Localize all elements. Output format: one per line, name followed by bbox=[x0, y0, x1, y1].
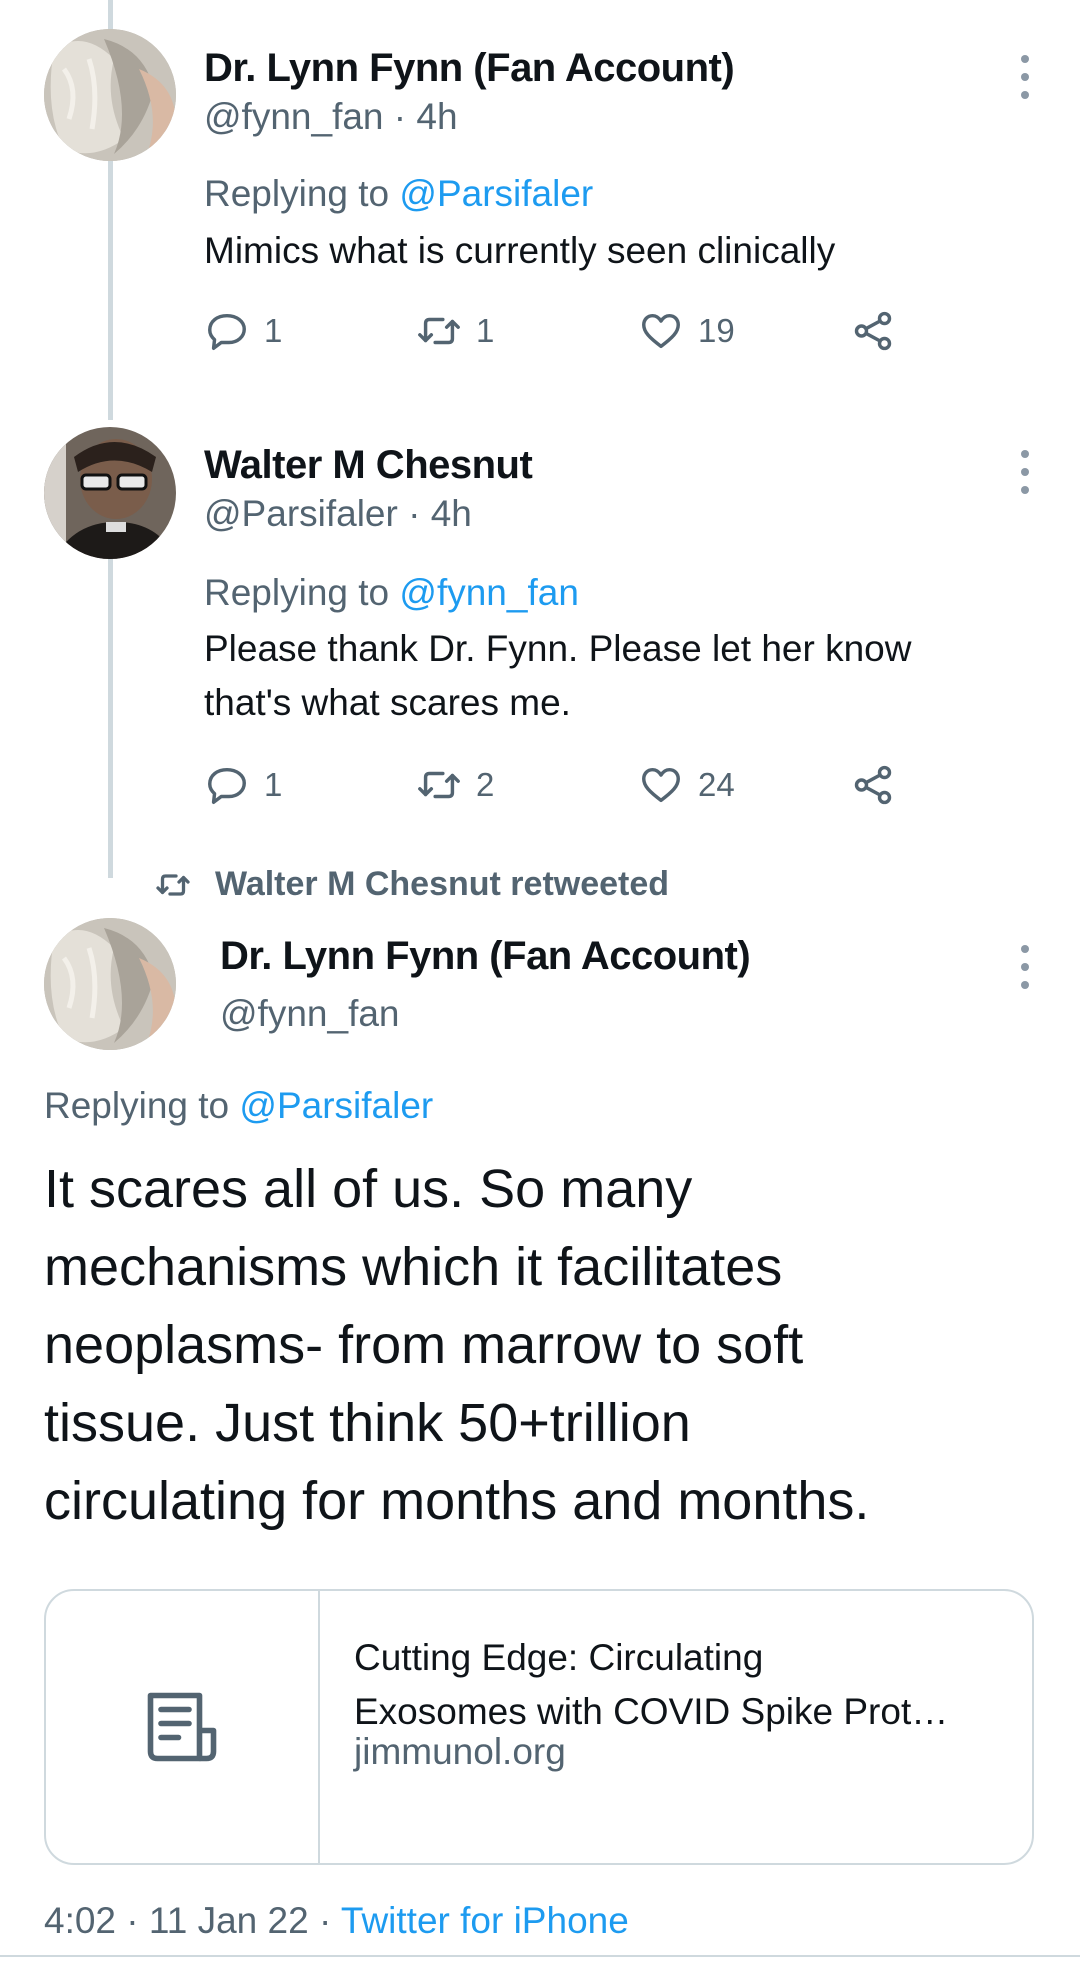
retweet-button[interactable]: 2 bbox=[416, 760, 494, 810]
replying-mention[interactable]: @Parsifaler bbox=[399, 173, 593, 214]
more-icon[interactable] bbox=[1018, 450, 1032, 494]
share-button[interactable] bbox=[850, 760, 910, 810]
avatar[interactable] bbox=[44, 29, 176, 161]
tweet-text-line: that's what scares me. bbox=[204, 682, 571, 723]
like-icon bbox=[642, 767, 680, 803]
replying-to: Replying to @Parsifaler bbox=[204, 173, 593, 215]
avatar[interactable] bbox=[44, 427, 176, 559]
share-icon bbox=[854, 311, 892, 351]
replying-mention[interactable]: @fynn_fan bbox=[399, 572, 579, 613]
reply-icon bbox=[208, 767, 246, 804]
link-card-title-line: Cutting Edge: Circulating bbox=[354, 1637, 764, 1678]
more-icon[interactable] bbox=[1018, 945, 1032, 989]
avatar[interactable] bbox=[44, 918, 176, 1050]
reply-count: 1 bbox=[264, 766, 283, 803]
tweet-text: It scares all of us. So many mechanisms … bbox=[44, 1150, 1044, 1540]
divider bbox=[0, 1955, 1080, 1957]
retweet-icon bbox=[156, 873, 190, 896]
retweet-icon bbox=[418, 771, 460, 799]
like-icon bbox=[642, 313, 680, 349]
tweet-text-line: It scares all of us. So many bbox=[44, 1159, 693, 1219]
tweet-meta: 4:02 · 11 Jan 22 · Twitter for iPhone bbox=[44, 1900, 629, 1942]
tweet-text: Please thank Dr. Fynn. Please let her kn… bbox=[204, 622, 1044, 730]
author-handle[interactable]: @Parsifaler bbox=[204, 493, 398, 534]
retweet-count: 1 bbox=[476, 312, 495, 349]
separator: · bbox=[397, 493, 431, 534]
tweet-time[interactable]: 4h bbox=[431, 493, 472, 534]
tweet-text-line: neoplasms- from marrow to soft bbox=[44, 1315, 804, 1375]
reply-count: 1 bbox=[264, 312, 283, 349]
retweet-button[interactable]: 1 bbox=[416, 306, 494, 356]
tweet-timestamp[interactable]: 4:02 · 11 Jan 22 · bbox=[44, 1900, 341, 1941]
tweet-text-line: tissue. Just think 50+trillion bbox=[44, 1393, 691, 1453]
more-icon[interactable] bbox=[1018, 55, 1032, 99]
reply-button[interactable]: 1 bbox=[204, 760, 282, 810]
link-card-domain: jimmunol.org bbox=[354, 1731, 566, 1772]
tweet-actions: 1 1 19 bbox=[204, 306, 924, 356]
tweet-actions: 1 2 24 bbox=[204, 760, 924, 810]
like-count: 19 bbox=[698, 312, 735, 349]
replying-to: Replying to @Parsifaler bbox=[44, 1085, 433, 1127]
article-icon bbox=[147, 1692, 217, 1762]
author-name[interactable]: Dr. Lynn Fynn (Fan Account) bbox=[220, 934, 751, 979]
share-button[interactable] bbox=[850, 306, 910, 356]
like-button[interactable]: 24 bbox=[638, 760, 735, 810]
tweet-text-line: mechanisms which it facilitates bbox=[44, 1237, 783, 1297]
retweet-banner-text: Walter M Chesnut retweeted bbox=[215, 865, 670, 903]
author-handle-and-time: @fynn_fan · 4h bbox=[204, 96, 458, 138]
tweet-text-line: Please thank Dr. Fynn. Please let her kn… bbox=[204, 628, 912, 669]
replying-to: Replying to @fynn_fan bbox=[204, 572, 579, 614]
retweet-banner[interactable]: Walter M Chesnut retweeted bbox=[155, 865, 669, 904]
author-handle[interactable]: @fynn_fan bbox=[204, 96, 384, 137]
avatar-image bbox=[44, 427, 176, 559]
separator: · bbox=[383, 96, 417, 137]
retweet-icon bbox=[418, 317, 460, 345]
replying-label: Replying to bbox=[204, 572, 390, 613]
author-handle-and-time: @Parsifaler · 4h bbox=[204, 493, 472, 535]
like-button[interactable]: 19 bbox=[638, 306, 735, 356]
avatar-image bbox=[44, 918, 176, 1050]
thread-connector-line bbox=[108, 558, 113, 878]
tweet-text: Mimics what is currently seen clinically bbox=[204, 230, 836, 271]
avatar-image bbox=[44, 29, 176, 161]
link-card-title: Cutting Edge: Circulating Exosomes with … bbox=[354, 1631, 1014, 1739]
retweet-count: 2 bbox=[476, 766, 495, 803]
replying-mention[interactable]: @Parsifaler bbox=[239, 1085, 433, 1126]
author-name[interactable]: Walter M Chesnut bbox=[204, 443, 533, 488]
author-handle[interactable]: @fynn_fan bbox=[220, 993, 400, 1035]
author-name[interactable]: Dr. Lynn Fynn (Fan Account) bbox=[204, 46, 735, 91]
replying-label: Replying to bbox=[44, 1085, 230, 1126]
tweet-time[interactable]: 4h bbox=[416, 96, 457, 137]
link-card[interactable]: Cutting Edge: Circulating Exosomes with … bbox=[44, 1589, 1034, 1865]
replying-label: Replying to bbox=[204, 173, 390, 214]
share-icon bbox=[854, 765, 892, 805]
like-count: 24 bbox=[698, 766, 735, 803]
reply-button[interactable]: 1 bbox=[204, 306, 282, 356]
reply-icon bbox=[208, 313, 246, 350]
tweet-text-line: circulating for months and months. bbox=[44, 1471, 870, 1531]
tweet-source[interactable]: Twitter for iPhone bbox=[341, 1900, 629, 1941]
link-card-thumbnail bbox=[46, 1591, 320, 1863]
